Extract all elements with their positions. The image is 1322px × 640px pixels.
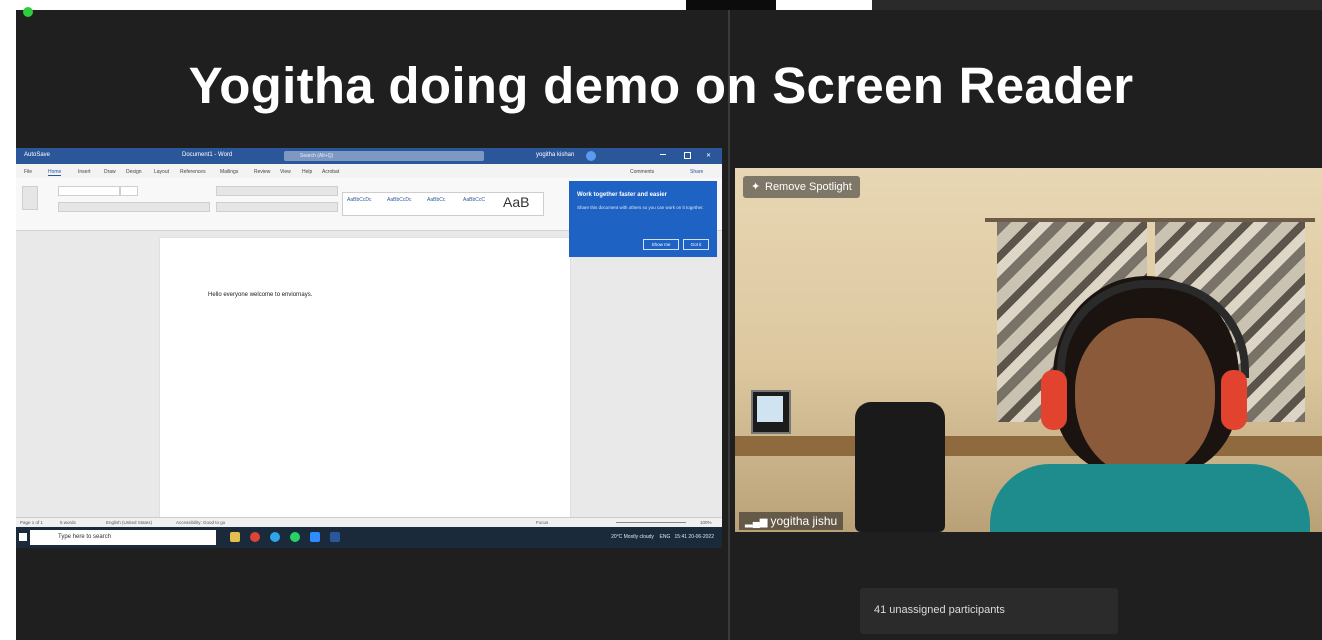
alignment-buttons[interactable]	[216, 202, 338, 212]
font-name-select[interactable]	[58, 186, 120, 196]
shared-screen: AutoSave Document1 - Word Search (Alt+Q)…	[16, 148, 722, 548]
menu-layout[interactable]: Layout	[154, 169, 169, 175]
word-menu-bar: File Home Insert Draw Design Layout Refe…	[16, 164, 722, 178]
menu-references[interactable]: References	[180, 169, 206, 175]
share-button[interactable]: Share	[690, 169, 703, 175]
comments-button[interactable]: Comments	[630, 169, 654, 175]
headphone-left	[1041, 370, 1067, 430]
spotlight-icon: ✦	[751, 181, 761, 193]
start-icon[interactable]	[19, 533, 27, 541]
document-title: Document1 - Word	[182, 152, 233, 158]
minimize-icon[interactable]	[660, 154, 666, 155]
status-words: 5 words	[60, 520, 76, 525]
weather-text[interactable]: 20°C Mostly cloudy	[611, 534, 654, 540]
unassigned-participants-panel[interactable]: 41 unassigned participants	[860, 588, 1118, 634]
spotlight-video-tile[interactable]: ✦ Remove Spotlight ▂▄▆ yogitha jishu	[735, 168, 1322, 532]
desk	[735, 436, 1322, 456]
chrome-icon[interactable]	[250, 532, 260, 542]
headphone-right	[1221, 370, 1247, 430]
maximize-icon[interactable]	[684, 152, 691, 159]
taskview-icon[interactable]	[230, 532, 240, 542]
tray-date[interactable]: 20-06-2022	[688, 534, 714, 540]
status-page: Page 1 of 1	[20, 520, 44, 525]
encryption-shield-icon	[23, 7, 33, 17]
menu-home[interactable]: Home	[48, 169, 62, 176]
show-me-button[interactable]: Show me	[643, 239, 679, 250]
person-shirt	[990, 464, 1310, 532]
word-search-box[interactable]: Search (Alt+Q)	[284, 151, 484, 161]
taskbar-tray: 20°C Mostly cloudy ENG 15:41 20-06-2022	[611, 534, 714, 540]
menu-view[interactable]: View	[280, 169, 291, 175]
edge-icon[interactable]	[270, 532, 280, 542]
font-format-buttons[interactable]	[58, 202, 210, 212]
style-title[interactable]: AaB	[503, 194, 529, 210]
top-thumbnail-left	[686, 0, 776, 10]
word-app-icon[interactable]	[330, 532, 340, 542]
style-no-spacing[interactable]: AaBbCcDc	[387, 197, 411, 203]
laptop	[751, 390, 791, 434]
word-user-name: yogitha kishan	[536, 152, 575, 158]
word-search-placeholder: Search (Alt+Q)	[300, 153, 334, 159]
menu-file[interactable]: File	[24, 169, 32, 175]
taskbar-search[interactable]: Type here to search	[30, 530, 216, 545]
document-text[interactable]: Hello everyone welcome to enviornays.	[208, 292, 312, 298]
meeting-title-banner: Yogitha doing demo on Screen Reader	[188, 57, 1134, 114]
participant-name: yogitha jishu	[770, 514, 838, 528]
style-heading-1[interactable]: AaBbCc	[427, 197, 445, 203]
zoom-app-icon[interactable]	[310, 532, 320, 542]
user-avatar-icon	[586, 151, 596, 161]
font-size-select[interactable]	[120, 186, 138, 196]
tray-language[interactable]: ENG	[660, 534, 671, 540]
paragraph-buttons[interactable]	[216, 186, 338, 196]
unassigned-participants-label: 41 unassigned participants	[874, 604, 1005, 616]
document-page[interactable]	[160, 238, 570, 530]
menu-insert[interactable]: Insert	[78, 169, 91, 175]
status-accessibility[interactable]: Accessibility: Good to go	[176, 520, 225, 525]
menu-acrobat[interactable]: Acrobat	[322, 169, 339, 175]
status-language[interactable]: English (United States)	[106, 520, 152, 525]
signal-bars-icon: ▂▄▆	[745, 517, 768, 528]
taskbar-search-placeholder: Type here to search	[58, 534, 112, 540]
office-chair	[855, 402, 945, 532]
status-zoom[interactable]: 100%	[700, 520, 712, 525]
popup-body: Share this document with others so you c…	[577, 205, 704, 210]
laptop-screen	[757, 396, 783, 422]
autosave-label: AutoSave	[24, 152, 51, 158]
menu-review[interactable]: Review	[254, 169, 270, 175]
paste-button[interactable]	[22, 186, 38, 210]
windows-taskbar: Type here to search 20°C Mostly cloudy E…	[16, 527, 722, 548]
style-heading-2[interactable]: AaBbCcC	[463, 197, 485, 203]
style-normal[interactable]: AaBbCcDc	[347, 197, 371, 203]
remove-spotlight-button[interactable]: ✦ Remove Spotlight	[743, 176, 860, 198]
participant-name-tag: ▂▄▆ yogitha jishu	[739, 512, 844, 530]
top-thumbnail-right	[872, 0, 1322, 10]
styles-gallery[interactable]: AaBbCcDc AaBbCcDc AaBbCc AaBbCcC AaB	[342, 192, 544, 216]
whatsapp-icon[interactable]	[290, 532, 300, 542]
menu-help[interactable]: Help	[302, 169, 312, 175]
share-tip-popup: Work together faster and easier Share th…	[569, 181, 717, 257]
menu-draw[interactable]: Draw	[104, 169, 116, 175]
zoom-slider[interactable]	[616, 522, 686, 523]
menu-mailings[interactable]: Mailings	[220, 169, 238, 175]
remove-spotlight-label: Remove Spotlight	[765, 181, 852, 193]
tray-time[interactable]: 15:41	[675, 534, 688, 540]
close-icon[interactable]: ✕	[706, 152, 711, 159]
status-focus[interactable]: Focus	[536, 520, 548, 525]
menu-design[interactable]: Design	[126, 169, 142, 175]
popup-title: Work together faster and easier	[577, 192, 667, 198]
got-it-button[interactable]: Got it	[683, 239, 709, 250]
word-titlebar: AutoSave Document1 - Word Search (Alt+Q)…	[16, 148, 722, 164]
